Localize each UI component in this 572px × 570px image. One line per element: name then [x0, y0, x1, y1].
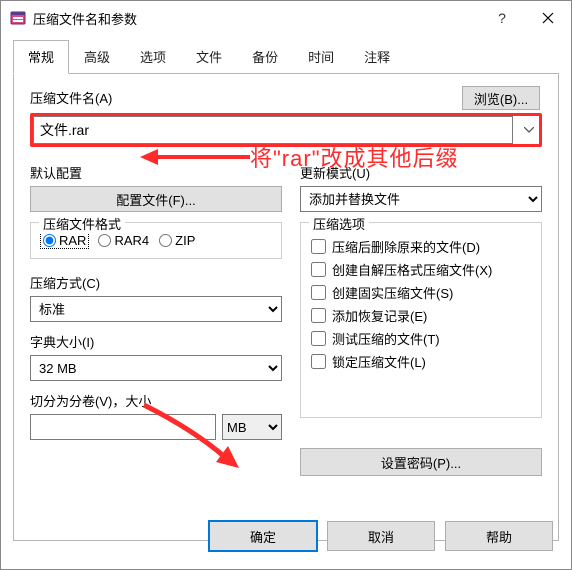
tab-options[interactable]: 选项: [125, 40, 181, 74]
format-zip[interactable]: ZIP: [159, 233, 195, 248]
titlebar: 压缩文件名和参数 ?: [1, 1, 571, 35]
default-profile-label: 默认配置: [30, 163, 282, 182]
app-icon: [9, 9, 27, 27]
format-group: 压缩文件格式 RAR RAR4 ZIP: [30, 222, 282, 259]
opt-delete-after[interactable]: 压缩后删除原来的文件(D): [311, 237, 531, 256]
password-button[interactable]: 设置密码(P)...: [300, 448, 542, 476]
browse-button[interactable]: 浏览(B)...: [462, 86, 540, 110]
archive-name-input[interactable]: [33, 116, 513, 144]
tab-advanced[interactable]: 高级: [69, 40, 125, 74]
dict-select[interactable]: 32 MB: [30, 355, 282, 381]
window-title: 压缩文件名和参数: [33, 9, 479, 28]
archive-name-wrap: 将"rar"改成其他后缀: [30, 113, 542, 147]
dict-label: 字典大小(I): [30, 332, 282, 351]
profile-button[interactable]: 配置文件(F)...: [30, 186, 282, 212]
tab-general[interactable]: 常规: [13, 40, 69, 74]
opt-sfx[interactable]: 创建自解压格式压缩文件(X): [311, 260, 531, 279]
tab-pane-general: 浏览(B)... 压缩文件名(A) 将"rar"改成其他后缀 默认配置: [13, 73, 559, 541]
options-group: 压缩选项 压缩后删除原来的文件(D) 创建自解压格式压缩文件(X) 创建固实压缩…: [300, 222, 542, 418]
tab-comment[interactable]: 注释: [349, 40, 405, 74]
method-select[interactable]: 标准: [30, 296, 282, 322]
close-button[interactable]: [525, 3, 571, 33]
dialog-footer: 确定 取消 帮助: [209, 521, 553, 551]
opt-solid[interactable]: 创建固实压缩文件(S): [311, 283, 531, 302]
volume-size-input[interactable]: [30, 414, 216, 440]
dialog-window: 压缩文件名和参数 ? 常规 高级 选项 文件 备份 时间 注释 浏览(B)...…: [0, 0, 572, 570]
help-button-footer[interactable]: 帮助: [445, 521, 553, 551]
update-mode-select[interactable]: 添加并替换文件: [300, 186, 542, 212]
volume-unit-select[interactable]: MB: [222, 414, 282, 440]
volume-label: 切分为分卷(V)，大小: [30, 391, 282, 410]
ok-button[interactable]: 确定: [209, 521, 317, 551]
opt-test[interactable]: 测试压缩的文件(T): [311, 329, 531, 348]
cancel-button[interactable]: 取消: [327, 521, 435, 551]
annotation-highlight-box: [30, 113, 542, 147]
tab-time[interactable]: 时间: [293, 40, 349, 74]
opt-recovery[interactable]: 添加恢复记录(E): [311, 306, 531, 325]
method-label: 压缩方式(C): [30, 273, 282, 292]
tab-backup[interactable]: 备份: [237, 40, 293, 74]
format-rar[interactable]: RAR: [41, 233, 88, 248]
help-button[interactable]: ?: [479, 3, 525, 33]
options-label: 压缩选项: [309, 214, 369, 233]
format-rar4[interactable]: RAR4: [98, 233, 149, 248]
tab-bar: 常规 高级 选项 文件 备份 时间 注释: [13, 39, 559, 73]
update-mode-label: 更新模式(U): [300, 163, 542, 182]
format-label: 压缩文件格式: [39, 214, 125, 233]
tab-files[interactable]: 文件: [181, 40, 237, 74]
opt-lock[interactable]: 锁定压缩文件(L): [311, 352, 531, 371]
